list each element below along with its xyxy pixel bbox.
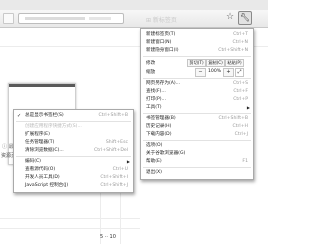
tab-strip bbox=[0, 0, 268, 10]
menu-separator bbox=[143, 78, 251, 79]
tools-submenu: ✓ 总是显示书签栏(S) Ctrl+Shift+B 创建应用程序快捷方式(S).… bbox=[13, 109, 134, 193]
menu-item-downloads[interactable]: 下载内容(D) Ctrl+J bbox=[141, 131, 253, 139]
menu-item-options[interactable]: 选项(O) bbox=[141, 142, 253, 150]
menu-item-view-source[interactable]: 查看源代码(O) Ctrl+U bbox=[14, 166, 133, 174]
menu-shortcut: Ctrl+P bbox=[233, 97, 248, 102]
menu-label: 查找(F)... bbox=[146, 89, 166, 94]
zoom-value: 100% bbox=[208, 69, 222, 74]
menu-shortcut: Ctrl+U bbox=[112, 167, 128, 172]
menu-shortcut: F1 bbox=[242, 159, 248, 164]
menu-label: 开发人员工具(D) bbox=[25, 175, 60, 180]
grid-line bbox=[0, 218, 140, 219]
copy-button[interactable]: 复制(C) bbox=[206, 59, 225, 67]
fullscreen-icon[interactable]: ⤢ bbox=[235, 68, 244, 77]
footer-text: 5 ·· 10 bbox=[100, 234, 116, 240]
wrench-icon[interactable]: 🔧︎ bbox=[238, 11, 252, 25]
menu-label: JavaScript 控制台(J) bbox=[25, 183, 69, 188]
menu-item-always-show-bookmarks[interactable]: ✓ 总是显示书签栏(S) Ctrl+Shift+B bbox=[14, 112, 133, 120]
menu-item-dev-tools[interactable]: 开发人员工具(D) Ctrl+Shift+I bbox=[14, 174, 133, 182]
menu-separator bbox=[16, 156, 131, 157]
menu-shortcut: Ctrl+Shift+B bbox=[218, 116, 248, 121]
menu-item-new-window[interactable]: 新建窗口(N) Ctrl+N bbox=[141, 39, 253, 47]
menu-label: 总是显示书签栏(S) bbox=[25, 113, 64, 118]
menu-shortcut: Ctrl+Shift+N bbox=[218, 48, 248, 53]
menu-item-save-as[interactable]: 网页另存为(A)... Ctrl+S bbox=[141, 80, 253, 88]
menu-item-exit[interactable]: 退出(X) bbox=[141, 169, 253, 177]
menu-item-clear-data[interactable]: 清除浏览数据(C)... Ctrl+Shift+Del bbox=[14, 147, 133, 155]
menu-label: 查看源代码(O) bbox=[25, 167, 56, 172]
wrench-menu: 新建标签页(T) Ctrl+T 新建窗口(N) Ctrl+N 新建隐身窗口(I)… bbox=[140, 28, 254, 180]
menu-shortcut: Ctrl+T bbox=[233, 32, 248, 37]
menu-shortcut: Ctrl+Shift+B bbox=[98, 113, 128, 118]
menu-shortcut: Shift+Esc bbox=[105, 140, 128, 145]
menu-item-js-console[interactable]: JavaScript 控制台(J) Ctrl+Shift+J bbox=[14, 182, 133, 190]
menu-label: 选项(O) bbox=[146, 143, 163, 148]
menu-item-help[interactable]: 帮助(E) F1 bbox=[141, 158, 253, 166]
menu-label: 新建窗口(N) bbox=[146, 40, 172, 45]
menu-item-extensions[interactable]: 扩展程序(E) bbox=[14, 131, 133, 139]
menu-row-edit: 修改 剪切(T) 复制(C) 粘贴(P) bbox=[141, 58, 253, 67]
menu-label: 创建应用程序快捷方式(S)... bbox=[25, 124, 82, 129]
menu-label: 网页另存为(A)... bbox=[146, 81, 181, 86]
url-bar[interactable] bbox=[18, 13, 124, 24]
menu-label: 书签管理器(B) bbox=[146, 116, 176, 121]
back-button[interactable] bbox=[3, 13, 14, 24]
zoom-in-button[interactable]: + bbox=[223, 68, 234, 77]
menu-item-bookmarks[interactable]: 书签管理器(B) Ctrl+Shift+B bbox=[141, 115, 253, 123]
menu-item-tools[interactable]: 工具(T) ▶ bbox=[141, 104, 253, 112]
menu-label: 工具(T) bbox=[146, 105, 162, 110]
menu-label: 修改 bbox=[146, 61, 156, 66]
browser-toolbar: ⊞ 新标签页 ☆ 🔧︎ bbox=[0, 10, 268, 28]
menu-separator bbox=[143, 167, 251, 168]
thumbnail-bar bbox=[9, 84, 75, 87]
menu-item-task-manager[interactable]: 任务管理器(T) Shift+Esc bbox=[14, 139, 133, 147]
menu-label: 扩展程序(E) bbox=[25, 132, 50, 137]
check-icon: ✓ bbox=[17, 113, 22, 119]
menu-shortcut: Ctrl+Shift+I bbox=[100, 175, 128, 180]
address-label: ⊞ 新标签页 bbox=[146, 17, 177, 24]
menu-separator bbox=[16, 121, 131, 122]
menu-item-create-shortcut[interactable]: 创建应用程序快捷方式(S)... bbox=[14, 123, 133, 131]
url-text-blur bbox=[25, 17, 85, 20]
menu-label: 下载内容(D) bbox=[146, 132, 172, 137]
menu-item-about[interactable]: 关于谷歌浏览器(G) bbox=[141, 150, 253, 158]
grid-line bbox=[0, 228, 140, 229]
menu-label: 帮助(E) bbox=[146, 159, 162, 164]
menu-shortcut: Ctrl+H bbox=[232, 124, 248, 129]
menu-separator bbox=[143, 140, 251, 141]
menu-label: 编码(C) bbox=[25, 159, 41, 164]
menu-label: 关于谷歌浏览器(G) bbox=[146, 151, 186, 156]
star-icon[interactable]: ☆ bbox=[226, 12, 234, 22]
menu-shortcut: Ctrl+S bbox=[233, 81, 248, 86]
menu-item-print[interactable]: 打印(P)... Ctrl+P bbox=[141, 96, 253, 104]
menu-label: 清除浏览数据(C)... bbox=[25, 148, 64, 153]
menu-label: 新建隐身窗口(I) bbox=[146, 48, 179, 53]
menu-shortcut: Ctrl+N bbox=[232, 40, 248, 45]
menu-item-encoding[interactable]: 编码(C) ▶ bbox=[14, 158, 133, 166]
menu-item-new-incognito[interactable]: 新建隐身窗口(I) Ctrl+Shift+N bbox=[141, 47, 253, 55]
menu-label: 打印(P)... bbox=[146, 97, 166, 102]
menu-row-zoom: 缩放 − 100% + ⤢ bbox=[141, 67, 253, 77]
menu-item-history[interactable]: 历史记录(H) Ctrl+H bbox=[141, 123, 253, 131]
zoom-out-button[interactable]: − bbox=[195, 68, 206, 77]
menu-label: 退出(X) bbox=[146, 170, 162, 175]
menu-separator bbox=[143, 113, 251, 114]
submenu-arrow-icon: ▶ bbox=[246, 105, 250, 110]
cut-button[interactable]: 剪切(T) bbox=[187, 59, 206, 67]
menu-shortcut: Ctrl+F bbox=[233, 89, 248, 94]
menu-label: 缩放 bbox=[146, 70, 156, 75]
paste-button[interactable]: 粘贴(P) bbox=[225, 59, 244, 67]
grid-line bbox=[120, 188, 121, 244]
menu-shortcut: Ctrl+J bbox=[234, 132, 248, 137]
menu-separator bbox=[143, 56, 251, 57]
menu-shortcut: Ctrl+Shift+J bbox=[100, 183, 128, 188]
menu-label: 任务管理器(T) bbox=[25, 140, 55, 145]
menu-shortcut: Ctrl+Shift+Del bbox=[94, 148, 128, 153]
menu-item-new-tab[interactable]: 新建标签页(T) Ctrl+T bbox=[141, 31, 253, 39]
menu-item-find[interactable]: 查找(F)... Ctrl+F bbox=[141, 88, 253, 96]
submenu-arrow-icon: ▶ bbox=[126, 159, 130, 164]
menu-label: 新建标签页(T) bbox=[146, 32, 176, 37]
url-text-blur-2 bbox=[89, 17, 111, 20]
menu-label: 历史记录(H) bbox=[146, 124, 172, 129]
